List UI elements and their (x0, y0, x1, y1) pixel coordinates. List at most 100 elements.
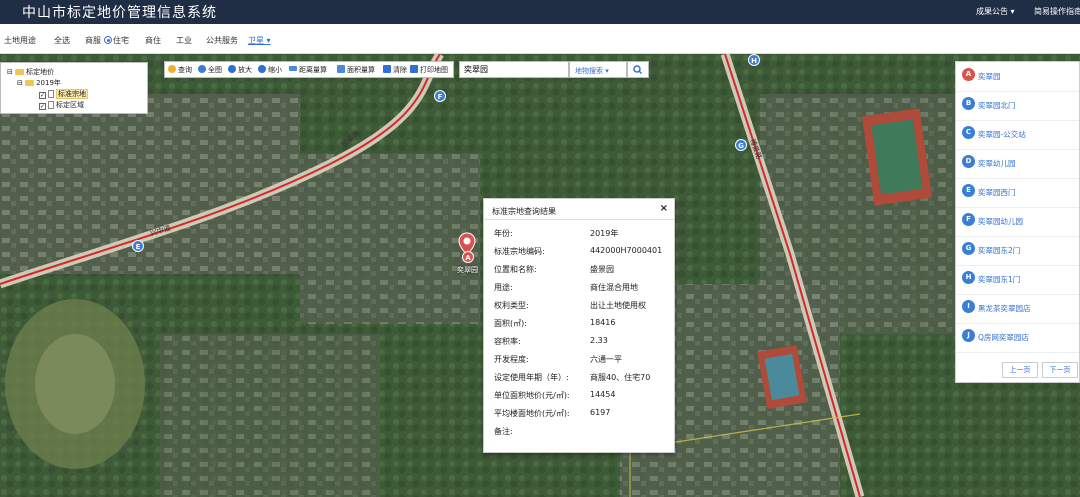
info-label: 容积率: (494, 337, 521, 346)
map-marker-e[interactable]: E (132, 240, 144, 252)
result-item[interactable]: A 奕翠园 (956, 62, 1079, 92)
zoom-in-tool[interactable]: 放大 (228, 65, 252, 75)
select-all-option[interactable]: 全选 (54, 35, 70, 46)
document-icon (48, 101, 54, 109)
popup-divider (484, 219, 674, 220)
clear-tool[interactable]: 清除 (383, 65, 407, 75)
tree-layer-standard-parcel[interactable]: ✓ 标准宗地 (39, 89, 88, 99)
tree-layer-calibrated-zone[interactable]: ✓ 标定区域 (39, 100, 84, 110)
map-type-dropdown[interactable]: 卫星 ▾ (248, 35, 271, 46)
info-value: 出让土地使用权 (590, 301, 646, 310)
nav-results-label: 成果公告 (976, 7, 1008, 16)
tree-layer-label: 标定区域 (56, 101, 84, 109)
result-name[interactable]: 黑龙茶奕翠园店 (978, 303, 1031, 314)
info-label: 平均楼面地价(元/㎡): (494, 409, 570, 418)
info-row: 备注: (484, 426, 674, 444)
info-value: 14454 (590, 390, 616, 399)
tree-root[interactable]: ⊟ 标定地价 (7, 67, 54, 77)
industrial-option[interactable]: 工业 (176, 35, 192, 46)
public-service-option[interactable]: 公共服务 (206, 35, 238, 46)
commercial-residential-option[interactable]: 商住 (145, 35, 161, 46)
result-name[interactable]: Q房网奕翠园店 (978, 332, 1029, 343)
search-input[interactable] (459, 61, 569, 78)
tree-year-label: 2019年 (36, 79, 61, 87)
info-label: 位置和名称: (494, 265, 537, 274)
close-icon[interactable]: × (660, 203, 668, 214)
info-row: 面积(㎡): 18416 (484, 318, 674, 336)
area-measure-tool[interactable]: 面积量算 (337, 65, 375, 75)
result-item[interactable]: C 奕翠园-公交站 (956, 120, 1079, 150)
result-name[interactable]: 奕翠园西门 (978, 187, 1016, 198)
info-value: 442000H7000401 (590, 246, 663, 255)
printer-icon (410, 65, 418, 73)
tree-root-label: 标定地价 (26, 68, 55, 76)
map-type-label: 卫星 (248, 36, 264, 45)
print-map-tool[interactable]: 打印地图 (410, 65, 448, 75)
info-row: 权利类型: 出让土地使用权 (484, 300, 674, 318)
result-name[interactable]: 奕翠幼儿园 (978, 158, 1016, 169)
result-name[interactable]: 奕翠园北门 (978, 100, 1016, 111)
search-results-panel: A 奕翠园 B 奕翠园北门 C 奕翠园-公交站 D 奕翠幼儿园 E 奕翠园西门 F 奕翠园幼… (955, 61, 1080, 383)
land-use-filter-bar: 土地用途 全选 商服 住宅 商住 工业 公共服务 卫星 ▾ (0, 24, 1080, 54)
result-item[interactable]: I 黑龙茶奕翠园店 (956, 294, 1079, 324)
nav-results-menu[interactable]: 成果公告 ▾ (976, 6, 1015, 17)
marker-a-label: 奕翠园 (457, 266, 478, 274)
result-name[interactable]: 奕翠园 (978, 71, 1001, 82)
result-item[interactable]: H 奕翠园东1门 (956, 265, 1079, 295)
search-button[interactable] (627, 61, 649, 78)
marker-icon: G (962, 242, 975, 255)
tool-label: 面积量算 (347, 66, 375, 74)
land-use-label: 土地用途 (4, 36, 36, 45)
zoom-out-tool[interactable]: 缩小 (258, 65, 282, 75)
map-marker-h[interactable]: H (748, 54, 760, 66)
result-name[interactable]: 奕翠园幼儿园 (978, 216, 1023, 227)
result-item[interactable]: F 奕翠园幼儿园 (956, 207, 1079, 237)
map-marker-g[interactable]: G (735, 139, 747, 151)
ruler-icon (289, 66, 297, 71)
info-value: 商住混合用地 (590, 283, 638, 292)
query-tool[interactable]: 查询 (168, 65, 192, 75)
result-item[interactable]: B 奕翠园北门 (956, 91, 1079, 121)
tree-year[interactable]: ⊟ 2019年 (17, 78, 61, 88)
chevron-down-icon: ▾ (605, 67, 609, 75)
info-label: 备注: (494, 427, 513, 436)
popup-title: 标准宗地查询结果 (492, 207, 556, 216)
distance-measure-tool[interactable]: 距离量算 (289, 65, 327, 75)
result-name[interactable]: 奕翠园东1门 (978, 274, 1020, 285)
checkbox-checked-icon[interactable]: ✓ (39, 103, 46, 110)
nav-guide-link[interactable]: 简易操作指南 (1034, 6, 1080, 17)
result-name[interactable]: 奕翠园-公交站 (978, 129, 1026, 140)
commercial-option[interactable]: 商服 (85, 35, 101, 46)
tool-label: 全图 (208, 66, 222, 74)
tool-label: 缩小 (268, 66, 282, 74)
info-row: 用途: 商住混合用地 (484, 282, 674, 300)
info-label: 标准宗地编码: (494, 247, 545, 256)
info-label: 开发程度: (494, 355, 529, 364)
marker-icon: E (962, 184, 975, 197)
result-item[interactable]: D 奕翠幼儿园 (956, 149, 1079, 179)
search-type-dropdown[interactable]: 地物搜索 ▾ (569, 61, 627, 78)
result-item[interactable]: E 奕翠园西门 (956, 178, 1079, 208)
full-view-tool[interactable]: 全图 (198, 65, 222, 75)
prev-page-button[interactable]: 上一页 (1002, 362, 1038, 378)
marker-icon: I (962, 300, 975, 313)
map-marker-a[interactable]: A (462, 251, 474, 263)
result-name[interactable]: 奕翠园东2门 (978, 245, 1020, 256)
info-row: 标准宗地编码: 442000H7000401 (484, 246, 674, 264)
info-label: 设定使用年期（年）: (494, 373, 569, 382)
marker-icon: A (962, 68, 975, 81)
next-page-button[interactable]: 下一页 (1042, 362, 1078, 378)
info-row: 平均楼面地价(元/㎡): 6197 (484, 408, 674, 426)
folder-icon (25, 80, 35, 86)
info-label: 年份: (494, 229, 513, 238)
checkbox-checked-icon[interactable]: ✓ (39, 92, 46, 99)
result-item[interactable]: G 奕翠园东2门 (956, 236, 1079, 266)
trash-icon (383, 65, 391, 73)
residential-option[interactable]: 住宅 (104, 35, 129, 46)
info-label: 用途: (494, 283, 513, 292)
chevron-down-icon: ▾ (1010, 7, 1015, 16)
document-icon (48, 90, 54, 98)
app-window: 中山市标定地价管理信息系统 成果公告 ▾ 简易操作指南 土地用途 全选 商服 住… (0, 0, 1080, 497)
result-item[interactable]: J Q房网奕翠园店 (956, 323, 1079, 353)
map-marker-f[interactable]: F (434, 90, 446, 102)
